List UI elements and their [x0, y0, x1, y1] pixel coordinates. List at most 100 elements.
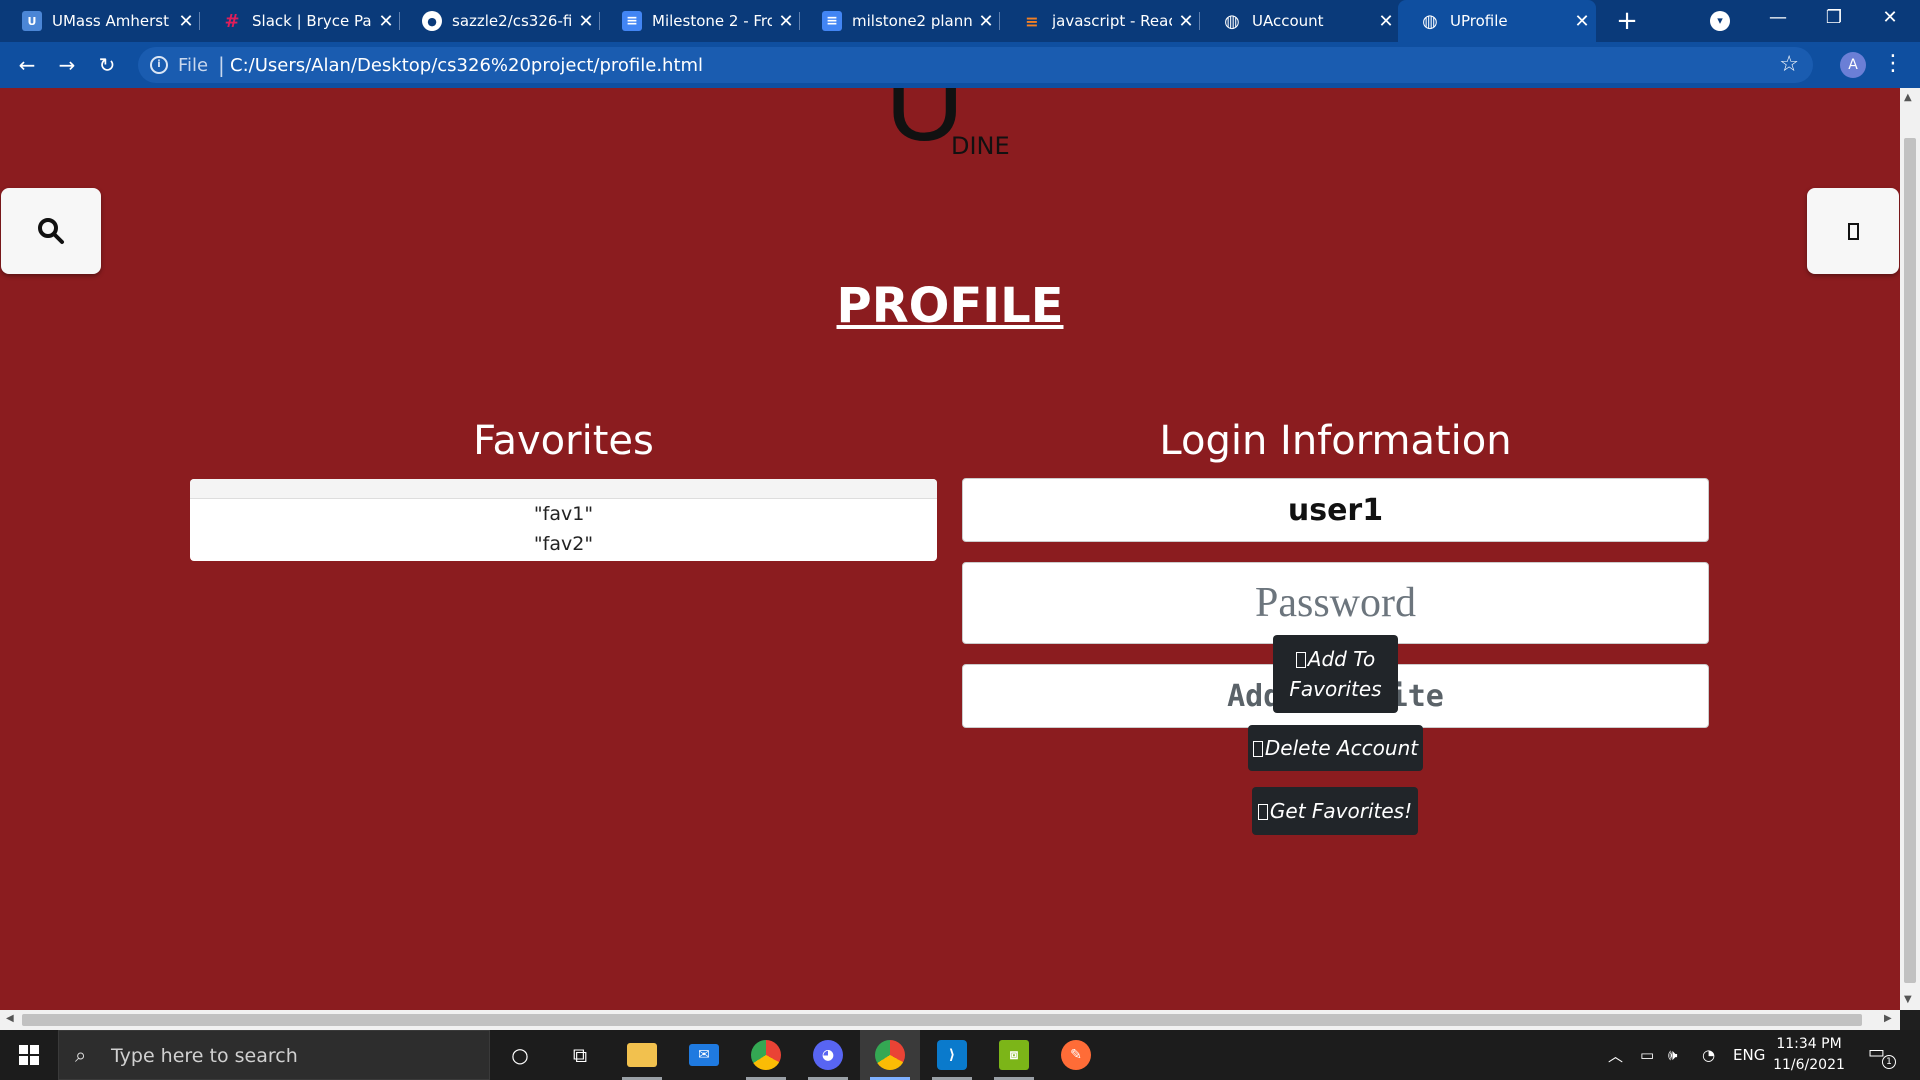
chrome-icon[interactable]	[860, 1030, 920, 1080]
vertical-scrollbar[interactable]: ▲ ▼	[1900, 88, 1920, 1010]
taskbar-search[interactable]: ⌕ Type here to search	[58, 1030, 490, 1080]
scroll-right-arrow-icon[interactable]: ▶	[1884, 1013, 1892, 1024]
list-item[interactable]: "fav2"	[190, 529, 937, 559]
tab-umass[interactable]: U UMass Amherst - ✕	[0, 0, 200, 42]
restore-button[interactable]: ❐	[1806, 0, 1862, 38]
scroll-down-arrow-icon[interactable]: ▼	[1904, 994, 1912, 1005]
scheme-label: File	[178, 55, 209, 76]
google-docs-icon: ≡	[822, 11, 842, 31]
logo-text: DINE	[951, 132, 1010, 160]
chrome-profile-icon[interactable]	[736, 1030, 796, 1080]
menu-kebab-icon[interactable]: ⋮	[1882, 50, 1904, 78]
profile-avatar[interactable]: A	[1840, 52, 1866, 78]
username-field[interactable]: user1	[962, 478, 1709, 542]
clock-date: 11/6/2021	[1773, 1057, 1845, 1073]
tab-stackoverflow[interactable]: ≡ javascript - React ✕	[1000, 0, 1200, 42]
back-arrow-icon[interactable]: ←	[12, 50, 42, 80]
forward-arrow-icon[interactable]: →	[52, 50, 82, 80]
close-icon[interactable]: ✕	[972, 11, 1000, 32]
vscode-icon[interactable]: ⟩	[922, 1030, 982, 1080]
tab-uaccount[interactable]: ◍ UAccount ✕	[1200, 0, 1400, 42]
password-field[interactable]: Password	[962, 562, 1709, 644]
notification-center-icon[interactable]: ▭ 1	[1868, 1042, 1896, 1069]
favorites-list-header	[190, 479, 937, 499]
scroll-up-arrow-icon[interactable]: ▲	[1904, 92, 1912, 103]
get-favorites-button[interactable]: Get Favorites!	[1252, 787, 1418, 835]
tab-search-icon[interactable]: ▾	[1710, 11, 1730, 31]
browser-tab-strip: U UMass Amherst - ✕ # Slack | Bryce Park…	[0, 0, 1920, 42]
search-icon: ⌕	[75, 1043, 87, 1067]
mail-icon[interactable]: ✉	[674, 1030, 734, 1080]
close-icon[interactable]: ✕	[572, 11, 600, 32]
favorites-heading: Favorites	[473, 418, 654, 464]
minimize-button[interactable]: —	[1750, 0, 1806, 38]
scrollbar-thumb[interactable]	[1904, 138, 1916, 983]
missing-glyph-icon	[1252, 741, 1263, 757]
close-icon[interactable]: ✕	[1172, 11, 1200, 32]
tab-title: UAccount	[1252, 12, 1324, 30]
browser-toolbar: ← → ↻ i File | C:/Users/Alan/Desktop/cs3…	[0, 42, 1920, 88]
start-button[interactable]	[0, 1030, 58, 1080]
stackoverflow-icon: ≡	[1025, 11, 1039, 31]
slack-icon: #	[224, 10, 240, 32]
tab-title: Milestone 2 - Fron	[652, 12, 772, 30]
tab-title: Slack | Bryce Parki	[252, 12, 372, 30]
clock-time: 11:34 PM	[1776, 1036, 1842, 1052]
reload-icon[interactable]: ↻	[92, 50, 122, 80]
info-icon[interactable]: i	[150, 56, 168, 74]
task-view-icon[interactable]: ⧉	[550, 1030, 610, 1080]
globe-icon: ◍	[1422, 10, 1438, 32]
windows-logo-icon	[19, 1045, 39, 1065]
tab-milestone2-planning[interactable]: ≡ milstone2 plannin ✕	[800, 0, 1000, 42]
page-content: U DINE PROFILE Favorites Login Informati…	[0, 88, 1900, 1010]
postman-icon[interactable]: ✎	[1046, 1030, 1106, 1080]
globe-icon: ◍	[1224, 10, 1240, 32]
umass-icon: U	[22, 11, 42, 31]
notification-count: 1	[1882, 1055, 1896, 1069]
github-icon: ●	[422, 11, 442, 31]
missing-glyph-icon	[1847, 222, 1859, 240]
tab-slack[interactable]: # Slack | Bryce Parki ✕	[200, 0, 400, 42]
tab-github[interactable]: ● sazzle2/cs326-fina ✕	[400, 0, 600, 42]
delete-account-label: Delete Account	[1264, 736, 1419, 760]
close-icon[interactable]: ✕	[172, 11, 200, 32]
app-icon[interactable]: ⧈	[984, 1030, 1044, 1080]
cortana-icon[interactable]: ○	[490, 1030, 550, 1080]
close-window-button[interactable]: ✕	[1862, 0, 1918, 38]
add-to-favorites-button[interactable]: Add To Favorites	[1273, 635, 1398, 713]
address-bar[interactable]: i File | C:/Users/Alan/Desktop/cs326%20p…	[138, 47, 1813, 83]
volume-icon[interactable]: 🕪	[1668, 1030, 1677, 1080]
tab-title: javascript - React	[1052, 12, 1172, 30]
get-favorites-label: Get Favorites!	[1269, 799, 1413, 823]
scroll-left-arrow-icon[interactable]: ◀	[6, 1013, 14, 1024]
tab-title: UMass Amherst -	[52, 12, 172, 30]
list-item[interactable]: "fav1"	[190, 499, 937, 529]
page-title: PROFILE	[836, 278, 1064, 334]
new-tab-button[interactable]: +	[1612, 6, 1642, 36]
taskbar-clock[interactable]: 11:34 PM 11/6/2021	[1768, 1034, 1850, 1076]
search-placeholder: Type here to search	[111, 1045, 298, 1067]
tab-title: milstone2 plannin	[852, 12, 972, 30]
bookmark-star-icon[interactable]: ☆	[1779, 52, 1799, 77]
language-indicator[interactable]: ENG	[1733, 1030, 1765, 1080]
close-icon[interactable]: ✕	[1372, 11, 1400, 32]
favorites-list: "fav1" "fav2"	[190, 479, 937, 561]
delete-account-button[interactable]: Delete Account	[1248, 725, 1423, 771]
wifi-icon[interactable]: ◔	[1702, 1030, 1715, 1080]
tray-chevron-icon[interactable]: ︿	[1608, 1030, 1623, 1080]
udine-logo: U DINE	[885, 88, 1035, 168]
horizontal-scrollbar[interactable]: ◀ ▶	[0, 1010, 1900, 1030]
discord-icon[interactable]: ◕	[798, 1030, 858, 1080]
url-text[interactable]: C:/Users/Alan/Desktop/cs326%20project/pr…	[230, 55, 703, 76]
search-button[interactable]	[1, 188, 101, 274]
tab-title: sazzle2/cs326-fina	[452, 12, 572, 30]
close-icon[interactable]: ✕	[1568, 11, 1596, 32]
menu-button[interactable]	[1807, 188, 1899, 274]
tab-milestone2[interactable]: ≡ Milestone 2 - Fron ✕	[600, 0, 800, 42]
close-icon[interactable]: ✕	[372, 11, 400, 32]
tab-uprofile[interactable]: ◍ UProfile ✕	[1398, 0, 1596, 42]
close-icon[interactable]: ✕	[772, 11, 800, 32]
scrollbar-thumb[interactable]	[22, 1014, 1862, 1026]
battery-icon[interactable]: ▭	[1640, 1030, 1654, 1080]
file-explorer-icon[interactable]	[612, 1030, 672, 1080]
